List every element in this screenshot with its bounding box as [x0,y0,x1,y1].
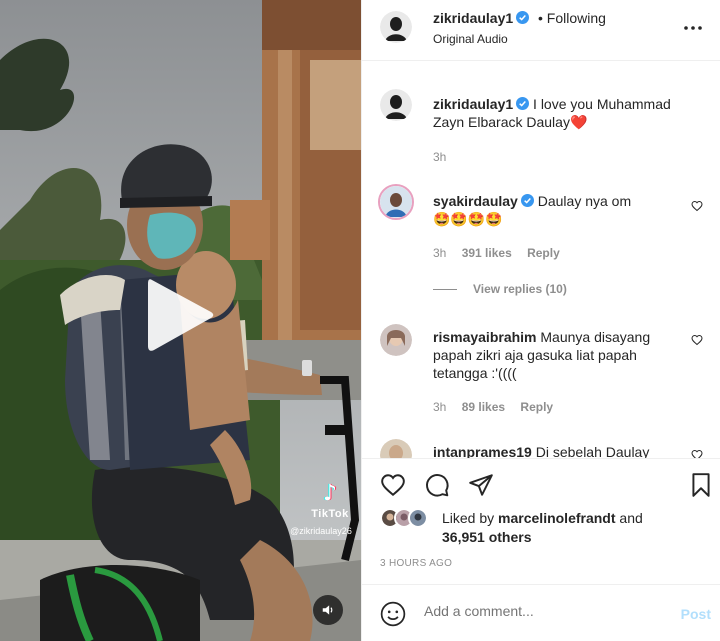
heart-icon[interactable] [691,449,703,458]
verified-icon [516,11,530,24]
avatar[interactable] [380,324,412,356]
tiktok-handle: @zikridaulay26 [290,526,352,536]
bookmark-icon[interactable] [688,472,714,498]
post-header: zikridaulay1 • Following Original Audio [362,0,720,61]
following-button[interactable]: Following [547,10,606,26]
view-replies-label: View replies (10) [473,282,567,296]
liked-others[interactable]: 36,951 others [442,529,532,545]
liked-user[interactable]: marcelinolefrandt [498,510,615,526]
heart-icon[interactable] [691,200,703,212]
avatar[interactable] [378,184,414,220]
audio-label[interactable]: Original Audio [433,32,508,46]
tiktok-name: TikTok [311,508,349,520]
avatar [408,508,428,528]
add-comment-bar: Post [362,584,720,641]
reply-button[interactable]: Reply [520,400,553,414]
tiktok-note-icon: ♪ [322,481,338,506]
heart-emoji: ❤️ [569,114,588,130]
speaker-icon[interactable] [313,595,343,625]
comments-list[interactable]: zikridaulay1 I love you Muhammad Zayn El… [362,62,720,458]
heart-icon[interactable] [691,334,703,346]
avatar[interactable] [380,11,412,43]
heart-icon[interactable] [380,472,406,498]
comment-username[interactable]: syakirdaulay [433,193,518,209]
avatar[interactable] [380,439,412,458]
post-timestamp[interactable]: 3 HOURS AGO [380,558,452,569]
comment-text: Di sebelah Daulay [535,444,650,458]
play-icon[interactable] [148,278,214,352]
comment-likes[interactable]: 89 likes [462,400,505,414]
view-replies-button[interactable]: View replies (10) [433,282,567,296]
caption-time: 3h [433,150,447,164]
divider [433,288,457,290]
comment-username[interactable]: intanprames19 [433,444,532,458]
verified-icon [516,97,530,110]
reply-button[interactable]: Reply [527,246,560,260]
comment-text: Daulay nya om [537,193,632,209]
caption-username[interactable]: zikridaulay1 [433,96,513,112]
post-button[interactable]: Post [681,606,711,622]
liked-prefix: Liked by [442,510,495,526]
video-post[interactable]: ♪ TikTok @zikridaulay26 [0,0,361,641]
smiley-icon[interactable] [380,601,406,627]
comment-likes[interactable]: 391 likes [462,246,512,260]
comment-icon[interactable] [424,472,450,498]
comment-username[interactable]: rismayaibrahim [433,329,537,345]
separator-dot: • [538,10,543,26]
post-panel: zikridaulay1 • Following Original Audio … [361,0,720,641]
comment-input[interactable] [424,603,664,619]
author-username[interactable]: zikridaulay1 [433,10,513,26]
liked-avatars [380,508,438,530]
verified-icon [520,194,534,207]
tiktok-watermark: ♪ TikTok @zikridaulay26 [290,481,360,537]
more-horizontal-icon[interactable] [683,18,703,38]
comment-time: 3h [433,246,447,260]
action-bar [362,458,720,514]
comment-emojis: 🤩🤩🤩🤩 [433,211,503,227]
liked-conj: and [619,510,643,526]
comment-time: 3h [433,400,447,414]
avatar[interactable] [380,89,412,121]
share-icon[interactable] [468,472,494,498]
